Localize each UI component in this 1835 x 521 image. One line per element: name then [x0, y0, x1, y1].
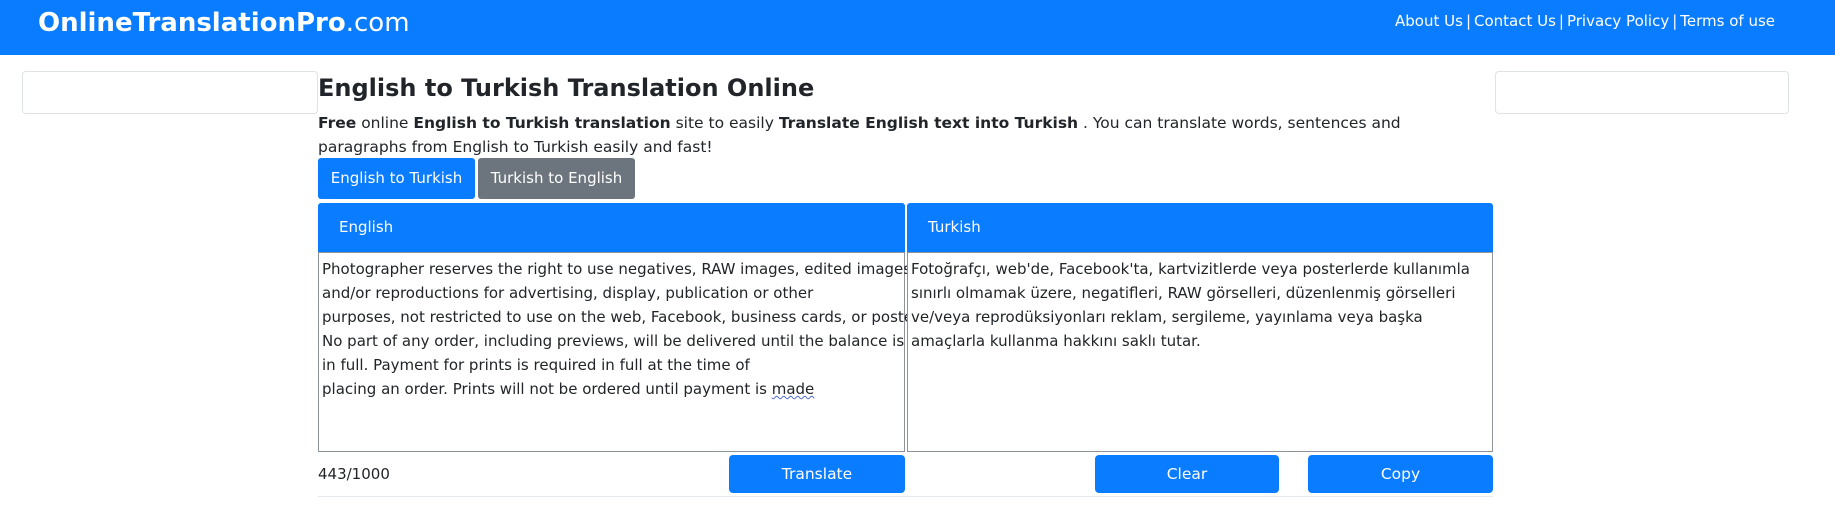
right-ad-slot — [1495, 71, 1789, 114]
source-text-segment: placing an order. Prints will not be ord… — [322, 380, 772, 398]
terms-of-use-link[interactable]: Terms of use — [1680, 12, 1775, 30]
source-text-line: placing an order. Prints will not be ord… — [322, 377, 901, 401]
translated-text-output[interactable]: Fotoğrafçı, web'de, Facebook'ta, kartviz… — [907, 252, 1493, 452]
card-bottom-border — [318, 496, 1493, 497]
top-navbar: OnlineTranslationPro.com About Us | Contac… — [0, 0, 1835, 55]
about-us-link[interactable]: About Us — [1395, 12, 1463, 30]
header-links: About Us | Contact Us | Privacy Policy | Terms… — [1395, 11, 1775, 31]
page-title: English to Turkish Translation Online — [318, 74, 815, 102]
link-separator: | — [1672, 12, 1678, 30]
tab-turkish-to-english[interactable]: Turkish to English — [478, 158, 635, 199]
source-language-header: English — [318, 203, 905, 252]
source-text-line: No part of any order, including previews… — [322, 332, 942, 350]
source-text-line: and/or reproductions for advertising, di… — [322, 284, 814, 302]
source-text-line: in full. Payment for prints is required … — [322, 356, 750, 374]
link-separator: | — [1465, 12, 1471, 30]
intro-keyword: English to Turkish translation — [413, 114, 671, 132]
intro-text: online — [356, 114, 414, 132]
site-logo[interactable]: OnlineTranslationPro.com — [38, 6, 410, 40]
clear-button[interactable]: Clear — [1095, 455, 1279, 493]
source-text-input[interactable]: Photographer reserves the right to use n… — [318, 252, 942, 452]
translate-button[interactable]: Translate — [729, 455, 905, 493]
tab-english-to-turkish[interactable]: English to Turkish — [318, 158, 475, 199]
left-ad-slot — [22, 71, 318, 114]
target-language-header: Turkish — [907, 203, 1493, 252]
source-text-line: Photographer reserves the right to use n… — [322, 260, 912, 278]
intro-paragraph: Free online English to Turkish translati… — [318, 111, 1468, 159]
source-text-line: purposes, not restricted to use on the w… — [322, 308, 932, 326]
intro-text: site to easily — [670, 114, 779, 132]
intro-keyword: Translate English text into Turkish — [778, 114, 1079, 132]
copy-button[interactable]: Copy — [1308, 455, 1493, 493]
spellcheck-flagged-word: made — [771, 380, 815, 398]
contact-us-link[interactable]: Contact Us — [1474, 12, 1556, 30]
character-counter: 443/1000 — [318, 465, 390, 483]
brand-domain: .com — [345, 8, 410, 38]
privacy-policy-link[interactable]: Privacy Policy — [1567, 12, 1669, 30]
intro-free: Free — [318, 114, 357, 132]
brand-name: OnlineTranslationPro — [38, 8, 346, 38]
link-separator: | — [1558, 12, 1564, 30]
translated-text: Fotoğrafçı, web'de, Facebook'ta, kartviz… — [911, 260, 1470, 350]
